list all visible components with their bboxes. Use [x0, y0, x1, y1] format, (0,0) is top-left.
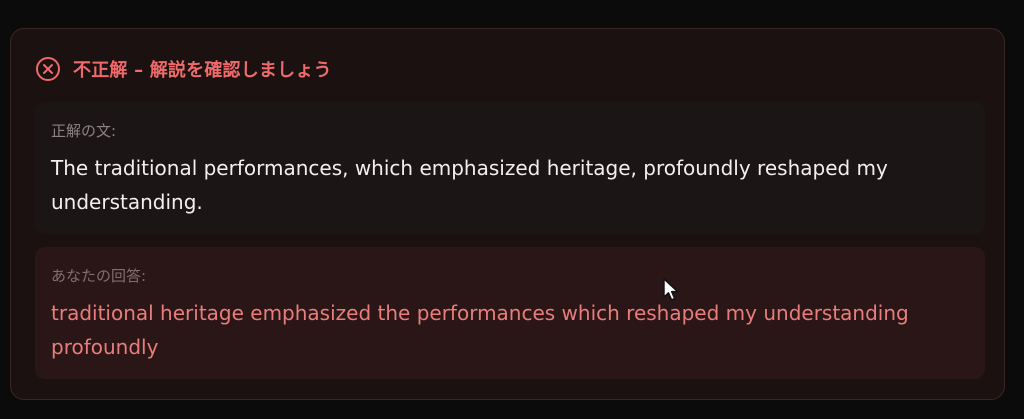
- feedback-card: 不正解 – 解説を確認しましょう 正解の文: The traditional p…: [10, 28, 1005, 400]
- correct-answer-label: 正解の文:: [51, 122, 117, 140]
- correct-answer-text: The traditional performances, which emph…: [51, 156, 888, 214]
- x-circle-icon: [35, 56, 61, 82]
- mouse-pointer-icon: [662, 277, 680, 303]
- user-answer-label: あなたの回答:: [51, 267, 147, 285]
- correct-answer-panel: 正解の文: The traditional performances, whic…: [35, 102, 985, 234]
- feedback-header: 不正解 – 解説を確認しましょう: [35, 55, 332, 83]
- feedback-title: 不正解 – 解説を確認しましょう: [73, 60, 332, 81]
- user-answer-panel: あなたの回答: traditional heritage emphasized …: [35, 247, 985, 379]
- user-answer-text: traditional heritage emphasized the perf…: [51, 301, 909, 359]
